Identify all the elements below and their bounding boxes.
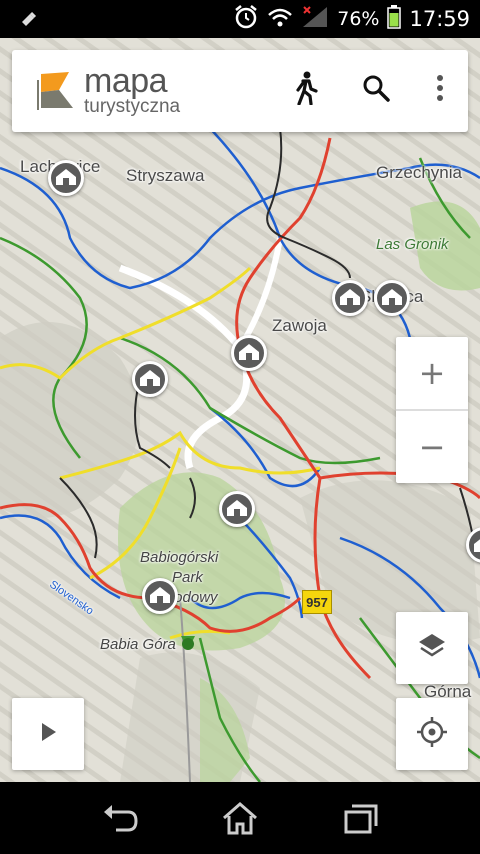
app-logo-subtitle: turystyczna [84, 96, 181, 117]
recents-icon [340, 804, 380, 840]
place-babia-gora: Babia Góra [100, 636, 176, 653]
app-logo-icon [35, 70, 77, 110]
app-bar: mapa turystyczna [12, 50, 468, 132]
road-number-badge: 957 [302, 590, 332, 614]
search-icon [362, 74, 390, 107]
battery-icon [387, 4, 402, 34]
back-icon [100, 805, 140, 840]
play-icon [38, 721, 58, 748]
system-nav-bar [0, 782, 480, 854]
alarm-clock-icon [233, 4, 259, 35]
my-location-icon [416, 716, 448, 753]
shelter-marker[interactable] [332, 280, 368, 316]
place-las-gronik: Las Gronik [376, 236, 449, 253]
signal-icon [301, 5, 329, 34]
layers-icon [417, 631, 447, 666]
recents-button[interactable] [340, 800, 380, 836]
place-stryszawa: Stryszawa [126, 166, 205, 185]
search-button[interactable] [358, 72, 394, 108]
more-vert-icon [436, 74, 444, 106]
place-zawoja: Zawoja [272, 316, 327, 335]
zoom-out-button[interactable]: − [396, 411, 468, 483]
shelter-marker[interactable] [48, 160, 84, 196]
zoom-in-button[interactable]: + [396, 337, 468, 409]
my-location-button[interactable] [396, 698, 468, 770]
play-track-button[interactable] [12, 698, 84, 770]
hiking-mode-button[interactable] [288, 71, 324, 110]
back-button[interactable] [100, 800, 140, 836]
home-icon [220, 802, 260, 840]
shelter-marker[interactable] [132, 361, 168, 397]
shelter-marker[interactable] [219, 491, 255, 527]
hiking-mode-icon [292, 71, 320, 110]
layers-button[interactable] [396, 612, 468, 684]
more-options-button[interactable] [422, 72, 458, 108]
place-park-line1: Babiogórski [140, 549, 219, 566]
wifi-icon [267, 6, 293, 33]
home-button[interactable] [220, 800, 260, 836]
shelter-marker[interactable] [374, 280, 410, 316]
clock-time: 17:59 [409, 7, 470, 31]
zoom-controls: + − [396, 337, 468, 483]
battery-percent: 76% [337, 8, 380, 30]
place-park-line2: Park [172, 569, 203, 586]
shelter-marker[interactable] [231, 335, 267, 371]
status-bar: 76% 17:59 [0, 0, 480, 38]
shelter-marker[interactable] [142, 578, 178, 614]
notification-icon [18, 8, 40, 30]
place-grzechynia: Grzechynia [376, 163, 462, 182]
